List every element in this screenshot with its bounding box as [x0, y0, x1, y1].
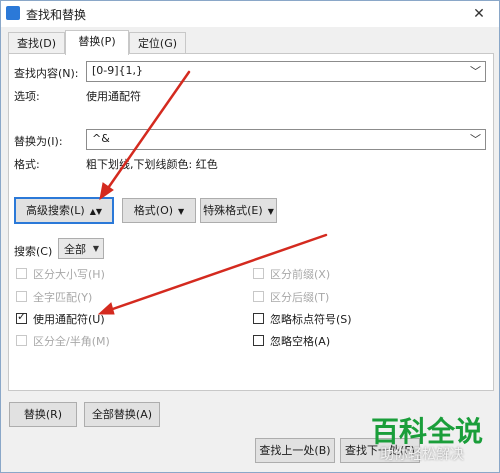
find-input[interactable]: [0-9]{1,} ﹀: [86, 61, 486, 82]
search-label: 搜索(C): [14, 245, 53, 258]
whole-word-checkbox[interactable]: [16, 291, 27, 302]
find-replace-dialog: 查找和替换 ✕ 查找(D) 替换(P) 定位(G) 查找内容(N): [0-9]…: [0, 0, 500, 473]
tab-find[interactable]: 查找(D): [8, 32, 65, 54]
prefix-label: 区分前缀(X): [270, 268, 331, 281]
suffix-checkbox[interactable]: [253, 291, 264, 302]
find-label: 查找内容(N):: [14, 67, 79, 80]
ignore-punct-checkbox[interactable]: [253, 313, 264, 324]
match-case-checkbox[interactable]: [16, 268, 27, 279]
find-previous-button[interactable]: 查找上一处(B): [255, 438, 335, 463]
width-label: 区分全/半角(M): [33, 335, 110, 348]
replace-input-value: ^&: [92, 132, 110, 145]
whole-word-label: 全字匹配(Y): [33, 291, 93, 304]
search-scope-select[interactable]: 全部 ▼: [58, 238, 104, 259]
ignore-space-checkbox[interactable]: [253, 335, 264, 346]
wildcards-checkbox[interactable]: ✓: [16, 310, 27, 324]
wildcards-label: 使用通配符(U): [33, 313, 105, 326]
collapse-icon: ▲▼: [89, 207, 103, 216]
format-label: 格式:: [14, 158, 40, 171]
chevron-down-icon[interactable]: ﹀: [470, 130, 481, 149]
format-button[interactable]: 格式(O) ▼: [122, 198, 196, 223]
dropdown-icon: ▼: [92, 244, 99, 253]
prefix-checkbox[interactable]: [253, 268, 264, 279]
tab-replace[interactable]: 替换(P): [65, 30, 129, 55]
ignore-space-label: 忽略空格(A): [270, 335, 331, 348]
tab-goto[interactable]: 定位(G): [129, 32, 186, 54]
chevron-down-icon[interactable]: ﹀: [470, 62, 481, 81]
ignore-punct-label: 忽略标点符号(S): [270, 313, 352, 326]
replace-label: 替换为(I):: [14, 135, 63, 148]
replace-all-button[interactable]: 全部替换(A): [84, 402, 160, 427]
dropdown-icon: ▼: [267, 207, 274, 216]
advanced-search-button[interactable]: 高级搜索(L) ▲▼: [14, 197, 114, 224]
window-title: 查找和替换: [26, 8, 87, 22]
dropdown-icon: ▼: [178, 207, 185, 216]
advanced-search-label: 高级搜索(L): [25, 204, 85, 217]
app-icon: [6, 6, 20, 20]
format-value: 粗下划线,下划线颜色: 红色: [86, 158, 218, 171]
close-icon[interactable]: ✕: [459, 1, 499, 27]
title-bar: 查找和替换 ✕: [1, 1, 499, 27]
options-label: 选项:: [14, 90, 40, 103]
replace-input[interactable]: ^& ﹀: [86, 129, 486, 150]
suffix-label: 区分后缀(T): [270, 291, 330, 304]
search-scope-value: 全部: [64, 243, 86, 256]
watermark-tagline: 助你轻松解决: [380, 447, 464, 463]
replace-button[interactable]: 替换(R): [9, 402, 77, 427]
special-format-button[interactable]: 特殊格式(E) ▼: [200, 198, 277, 223]
checkmark-icon: ✓: [17, 310, 27, 323]
format-button-label: 格式(O): [133, 204, 174, 217]
find-input-value: [0-9]{1,}: [92, 64, 144, 77]
width-checkbox[interactable]: [16, 335, 27, 346]
options-value: 使用通配符: [86, 90, 141, 103]
special-format-label: 特殊格式(E): [203, 204, 263, 217]
match-case-label: 区分大小写(H): [33, 268, 105, 281]
